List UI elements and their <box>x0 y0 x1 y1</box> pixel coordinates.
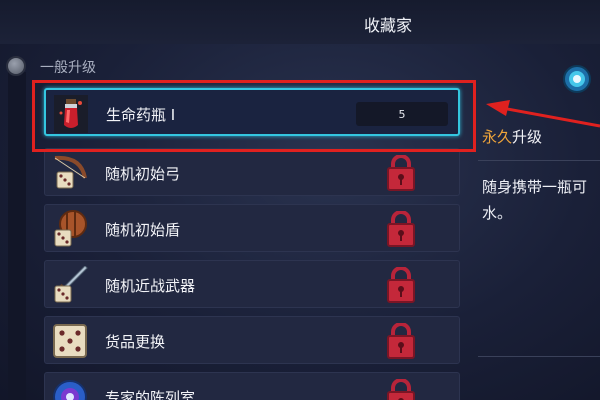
divider <box>478 160 600 161</box>
lock-icon <box>385 210 417 247</box>
lock-icon <box>385 154 417 191</box>
lock-icon <box>385 266 417 303</box>
random-shield-icon <box>51 210 89 248</box>
section-toggle-icon[interactable] <box>6 56 26 76</box>
detail-panel: 永久升级 随身携带一瓶可 水。 <box>478 44 600 400</box>
list-item-random-melee-weapon[interactable]: 随机近战武器 <box>44 260 460 308</box>
random-bow-icon <box>51 154 89 192</box>
orb-icon <box>51 378 89 400</box>
list-item-goods-swap[interactable]: 货品更换 <box>44 316 460 364</box>
divider <box>478 356 600 357</box>
list-item-expert-showroom[interactable]: 专家的陈列室 <box>44 372 460 400</box>
item-label: 随机近战武器 <box>105 277 196 295</box>
left-scroll-track[interactable] <box>8 72 26 400</box>
upgrade-gem-icon <box>562 64 592 94</box>
upgrade-type-accent: 永久 <box>482 128 513 146</box>
page-title: 收藏家 <box>364 16 413 35</box>
upgrade-type-rest: 升级 <box>512 128 543 146</box>
upgrade-type: 永久升级 <box>482 126 542 147</box>
dice-icon <box>51 322 89 360</box>
item-label: 随机初始盾 <box>105 221 181 239</box>
list-item-random-bow[interactable]: 随机初始弓 <box>44 148 460 196</box>
title-bar: 收藏家 <box>0 0 600 44</box>
item-label: 专家的陈列室 <box>105 389 196 400</box>
section-label: 一般升级 <box>40 60 96 76</box>
list-item-random-shield[interactable]: 随机初始盾 <box>44 204 460 252</box>
item-label: 随机初始弓 <box>105 165 181 183</box>
random-melee-weapon-icon <box>51 266 89 304</box>
upgrade-description: 随身携带一瓶可 水。 <box>482 178 588 222</box>
lock-icon <box>385 378 417 400</box>
lock-icon <box>385 322 417 359</box>
item-label: 货品更换 <box>105 333 166 351</box>
annotation-highlight-box <box>32 80 476 152</box>
